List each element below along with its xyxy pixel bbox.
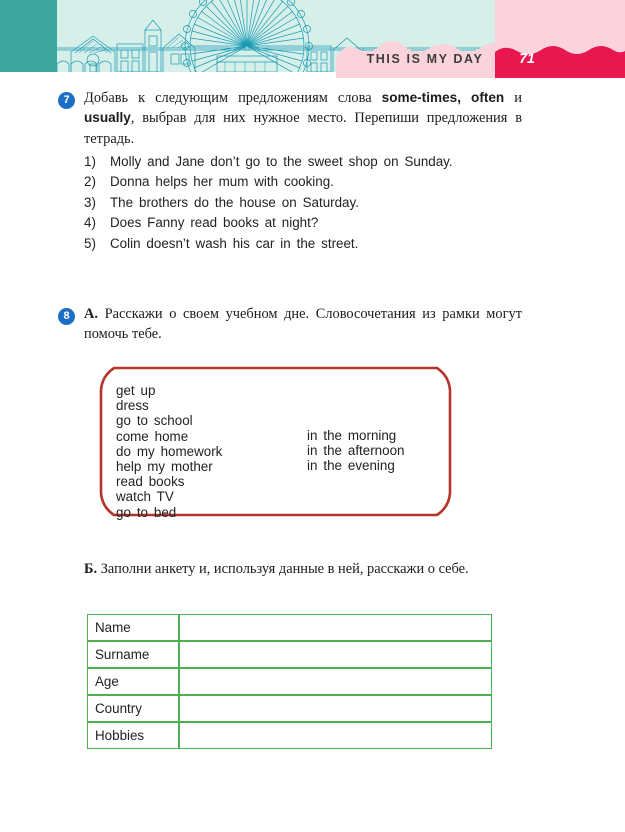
exercise-8-number-badge: 8 xyxy=(58,308,75,325)
phrase-item: read books xyxy=(116,474,185,490)
phrase-item: help my mother xyxy=(116,459,213,475)
list-item-number: 1) xyxy=(84,154,96,169)
exercise-8-part-a-text: Расскажи о своем учебном дне. Словосочет… xyxy=(84,306,522,343)
table-row: Surname xyxy=(87,641,492,668)
list-item-number: 5) xyxy=(84,235,96,251)
phrase-column-time-expressions: in the morning in the afternoon in the e… xyxy=(307,428,404,474)
exercise-7-prompt-conjunction: и xyxy=(504,90,522,106)
exercise-7-prompt-part1: Добавь к следующим предложениям слова xyxy=(84,90,382,106)
phrase-item: get up xyxy=(116,383,156,398)
exercise-8-part-b-label: Б. xyxy=(84,561,98,577)
list-item-number: 2) xyxy=(84,174,96,190)
phrase-columns: get up dress go to school come home do m… xyxy=(98,364,453,520)
exercise-7-prompt-part2: , выбрав для них нужное место. Перепиши … xyxy=(84,110,522,147)
phrase-item: in the evening xyxy=(307,458,395,474)
list-item-text: Does Fanny read books at night? xyxy=(110,215,319,231)
phrase-item: go to school xyxy=(116,413,193,429)
list-item: 2) Donna helps her mum with cooking. xyxy=(84,174,514,191)
exercise-7-prompt: Добавь к следующим предложениям слова so… xyxy=(84,88,522,149)
phrase-item: dress xyxy=(116,398,149,414)
exercise-8-part-a-label: А. xyxy=(84,306,98,322)
phrase-reference-box: get up dress go to school come home do m… xyxy=(98,364,453,520)
exercise-8-part-b-text: Заполни анкету и, используя данные в ней… xyxy=(97,561,469,577)
banner-title: THIS IS MY DAY xyxy=(366,52,484,66)
exercise-8-part-a-prompt: А. Расскажи о своем учебном дне. Словосо… xyxy=(84,304,522,345)
table-cell-input-name[interactable] xyxy=(179,614,492,641)
exercise-7-sentence-list: 1) Molly and Jane don’t go to the sweet … xyxy=(84,154,514,256)
table-cell-input-surname[interactable] xyxy=(179,641,492,668)
table-cell-label: Surname xyxy=(87,641,180,668)
list-item-text: Colin doesn’t wash his car in the street… xyxy=(110,235,359,251)
exercise-7-keyword-often: often xyxy=(471,90,505,105)
exercise-7-number-badge: 7 xyxy=(58,92,75,109)
list-item: 4) Does Fanny read books at night? xyxy=(84,215,514,232)
phrase-item: do my homework xyxy=(116,443,223,459)
list-item-number: 4) xyxy=(84,215,96,231)
list-item-text: Molly and Jane don’t go to the sweet sho… xyxy=(110,154,453,169)
phrase-column-activities: get up dress go to school come home do m… xyxy=(116,383,222,520)
table-row: Country xyxy=(87,695,492,722)
exercise-7-keyword-usually: usually xyxy=(84,110,131,126)
phrase-item: go to bed xyxy=(116,504,177,520)
list-item: 1) Molly and Jane don’t go to the sweet … xyxy=(84,154,514,171)
table-cell-label: Country xyxy=(87,695,180,722)
phrase-item: in the afternoon xyxy=(307,443,405,459)
list-item-number: 3) xyxy=(84,194,96,210)
table-row: Hobbies xyxy=(87,722,492,749)
table-cell-label: Hobbies xyxy=(87,722,180,749)
exercise-8-part-b-prompt: Б. Заполни анкету и, используя данные в … xyxy=(84,559,522,579)
questionnaire-table: Name Surname Age Country Hobbies xyxy=(87,614,492,749)
page-header: THIS IS MY DAY 71 xyxy=(0,0,625,78)
table-cell-input-age[interactable] xyxy=(179,668,492,695)
list-item: 3) The brothers do the house on Saturday… xyxy=(84,195,514,212)
table-cell-label: Name xyxy=(87,614,180,641)
table-cell-input-country[interactable] xyxy=(179,695,492,722)
exercise-7-keyword-sometimes: some-times, xyxy=(381,90,461,105)
phrase-item: watch TV xyxy=(116,489,174,505)
table-row: Age xyxy=(87,668,492,695)
table-cell-label: Age xyxy=(87,668,180,695)
header-teal-block xyxy=(0,0,57,72)
table-cell-input-hobbies[interactable] xyxy=(179,722,492,749)
list-item-text: Donna helps her mum with cooking. xyxy=(110,174,334,190)
table-row: Name xyxy=(87,614,492,641)
list-item: 5) Colin doesn’t wash his car in the str… xyxy=(84,236,514,253)
list-item-text: The brothers do the house on Saturday. xyxy=(110,194,359,210)
page-number: 71 xyxy=(519,50,535,66)
phrase-item: come home xyxy=(116,428,189,444)
phrase-item: in the morning xyxy=(307,428,397,443)
